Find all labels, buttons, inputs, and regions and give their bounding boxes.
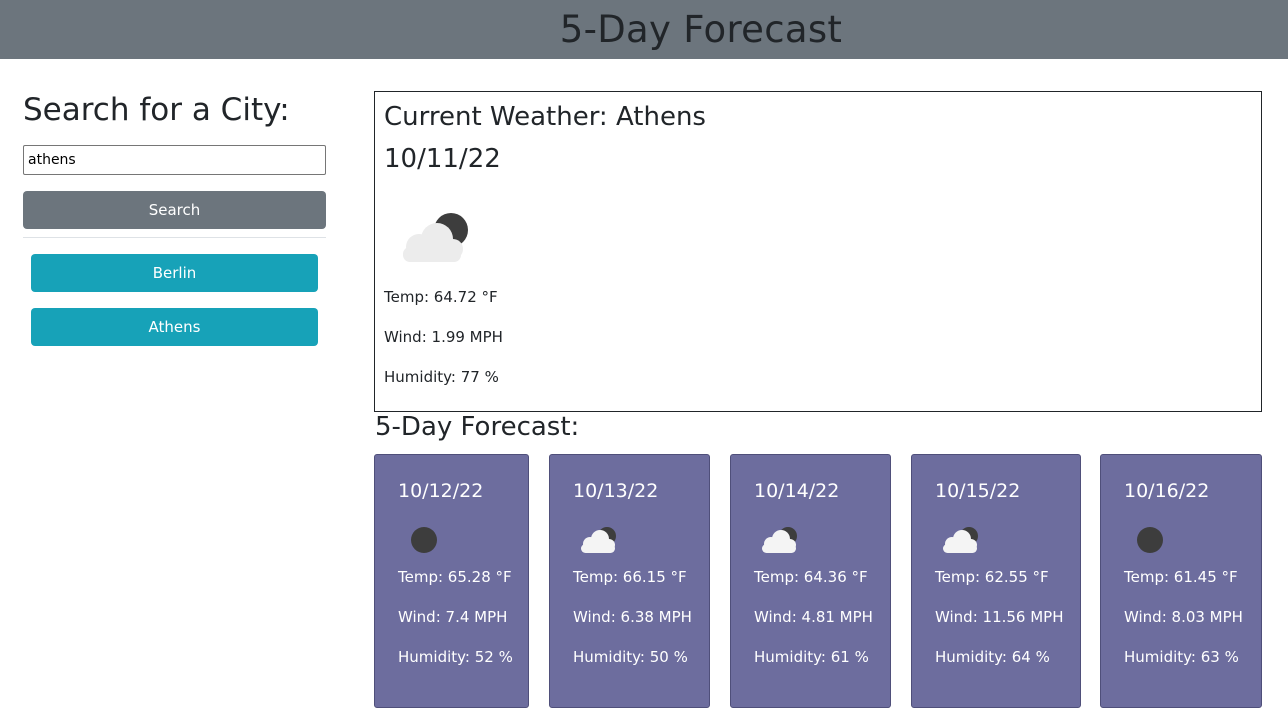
page-header: 5-Day Forecast [0, 0, 1288, 59]
night-partly-cloudy-icon [403, 213, 468, 262]
forecast-date: 10/16/22 [1124, 480, 1210, 502]
forecast-temp: Temp: 62.55 °F [935, 568, 1049, 586]
current-wind: Wind: 1.99 MPH [384, 328, 503, 346]
forecast-card: 10/12/22 Temp: 65.28 °F Wind: 7.4 MPH Hu… [374, 454, 529, 708]
forecast-humidity: Humidity: 52 % [398, 648, 513, 666]
forecast-wind: Wind: 11.56 MPH [935, 608, 1064, 626]
night-cloud-icon [943, 527, 978, 553]
night-cloud-icon [762, 527, 797, 553]
current-weather-date: 10/11/22 [384, 144, 501, 174]
forecast-heading: 5-Day Forecast: [375, 412, 580, 442]
search-heading: Search for a City: [23, 92, 290, 128]
current-humidity: Humidity: 77 % [384, 368, 499, 386]
history-button-athens[interactable]: Athens [31, 308, 318, 346]
forecast-card: 10/15/22 Temp: 62.55 °F Wind: 11.56 MPH … [911, 454, 1081, 708]
page-title: 5-Day Forecast [559, 8, 843, 51]
forecast-humidity: Humidity: 61 % [754, 648, 869, 666]
forecast-date: 10/14/22 [754, 480, 840, 502]
forecast-date: 10/12/22 [398, 480, 484, 502]
city-search-input[interactable] [23, 145, 326, 175]
forecast-date: 10/15/22 [935, 480, 1021, 502]
forecast-humidity: Humidity: 63 % [1124, 648, 1239, 666]
forecast-humidity: Humidity: 50 % [573, 648, 688, 666]
forecast-wind: Wind: 6.38 MPH [573, 608, 692, 626]
search-button[interactable]: Search [23, 191, 326, 229]
moon-icon [411, 527, 437, 553]
forecast-temp: Temp: 65.28 °F [398, 568, 512, 586]
sidebar-divider [23, 237, 326, 238]
forecast-wind: Wind: 4.81 MPH [754, 608, 873, 626]
forecast-wind: Wind: 7.4 MPH [398, 608, 508, 626]
forecast-card: 10/14/22 Temp: 64.36 °F Wind: 4.81 MPH H… [730, 454, 891, 708]
forecast-temp: Temp: 66.15 °F [573, 568, 687, 586]
forecast-wind: Wind: 8.03 MPH [1124, 608, 1243, 626]
forecast-card: 10/13/22 Temp: 66.15 °F Wind: 6.38 MPH H… [549, 454, 710, 708]
current-weather-panel: Current Weather: Athens 10/11/22 Temp: 6… [374, 91, 1262, 412]
forecast-card: 10/16/22 Temp: 61.45 °F Wind: 8.03 MPH H… [1100, 454, 1262, 708]
forecast-date: 10/13/22 [573, 480, 659, 502]
forecast-temp: Temp: 61.45 °F [1124, 568, 1238, 586]
current-temp: Temp: 64.72 °F [384, 288, 498, 306]
history-button-berlin[interactable]: Berlin [31, 254, 318, 292]
current-weather-title: Current Weather: Athens [384, 102, 706, 132]
forecast-temp: Temp: 64.36 °F [754, 568, 868, 586]
moon-icon [1137, 527, 1163, 553]
forecast-humidity: Humidity: 64 % [935, 648, 1050, 666]
night-cloud-icon [581, 527, 616, 553]
